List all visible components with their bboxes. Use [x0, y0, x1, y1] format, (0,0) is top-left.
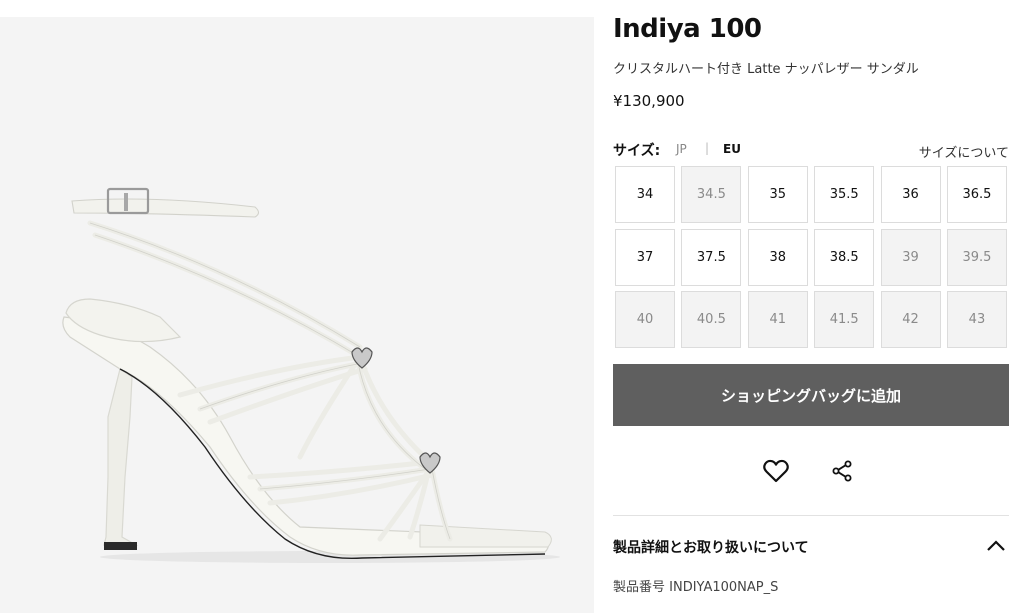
sandal-image	[62, 187, 560, 563]
size-option[interactable]: 39	[880, 228, 941, 286]
size-header: サイズ: JP | EU サイズについて	[613, 140, 1009, 161]
size-label: サイズ:	[613, 143, 661, 159]
size-option[interactable]: 41	[747, 291, 808, 348]
product-details-title: 製品詳細とお取り扱いについて	[613, 540, 809, 556]
size-grid: 34 34.5 35 35.5 36 36.5 37 37.5 38 38.5 39 39.5 40 40…	[615, 166, 1009, 348]
size-guide-link[interactable]: サイズについて	[919, 142, 1009, 161]
product-subtitle: クリスタルハート付き Latte ナッパレザー サンダル	[613, 62, 919, 77]
share-button[interactable]	[829, 458, 855, 484]
size-unit-eu-toggle[interactable]: EU	[723, 142, 741, 156]
size-option[interactable]: 34.5	[681, 166, 742, 223]
product-price: ¥130,900	[613, 92, 685, 110]
size-option[interactable]: 38	[747, 228, 808, 286]
size-option[interactable]: 43	[946, 291, 1007, 348]
size-option[interactable]: 35	[747, 166, 808, 223]
heart-icon	[763, 459, 789, 483]
size-option[interactable]: 34	[615, 166, 675, 223]
size-unit-separator: |	[705, 141, 710, 155]
product-code: 製品番号 INDIYA100NAP_S	[613, 580, 779, 595]
size-option[interactable]: 38.5	[814, 228, 875, 286]
product-image	[0, 17, 594, 613]
size-option[interactable]: 36	[880, 166, 941, 223]
size-option[interactable]: 40	[615, 291, 675, 348]
size-option[interactable]: 36.5	[946, 166, 1007, 223]
size-option[interactable]: 35.5	[814, 166, 875, 223]
size-option[interactable]: 40.5	[681, 291, 742, 348]
size-option[interactable]: 42	[880, 291, 941, 348]
share-icon	[832, 460, 852, 482]
size-unit-jp-toggle[interactable]: JP	[676, 142, 687, 156]
chevron-up-icon	[987, 540, 1005, 551]
size-option[interactable]: 37.5	[681, 228, 742, 286]
product-title: Indiya 100	[613, 14, 762, 44]
size-option[interactable]: 39.5	[946, 228, 1007, 286]
section-divider	[613, 515, 1009, 516]
add-to-bag-button[interactable]: ショッピングバッグに追加	[613, 364, 1009, 426]
wishlist-button[interactable]	[761, 456, 791, 486]
product-details-accordion[interactable]: 製品詳細とお取り扱いについて	[613, 533, 1009, 559]
size-option[interactable]: 41.5	[814, 291, 875, 348]
size-option[interactable]: 37	[615, 228, 675, 286]
